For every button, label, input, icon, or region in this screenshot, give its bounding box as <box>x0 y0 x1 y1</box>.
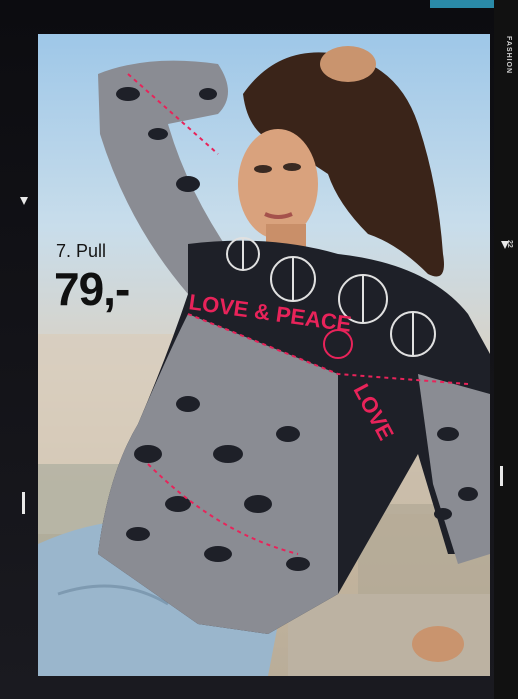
model-illustration: LOVE & PEACE LOVE <box>38 46 490 676</box>
frame-tick-right <box>500 466 503 486</box>
frame-marker-right <box>501 241 509 249</box>
side-strip <box>494 0 518 699</box>
product-price: 79,- <box>54 263 130 315</box>
fashion-photo: LOVE & PEACE LOVE <box>38 34 490 676</box>
frame-tick-left <box>22 492 25 514</box>
section-label: FASHION <box>505 36 512 75</box>
magazine-page: LOVE & PEACE LOVE FASHION 22 7. Pull 79,… <box>0 0 518 699</box>
frame-marker-left <box>20 197 28 205</box>
product-label: 7. Pull <box>56 241 107 261</box>
